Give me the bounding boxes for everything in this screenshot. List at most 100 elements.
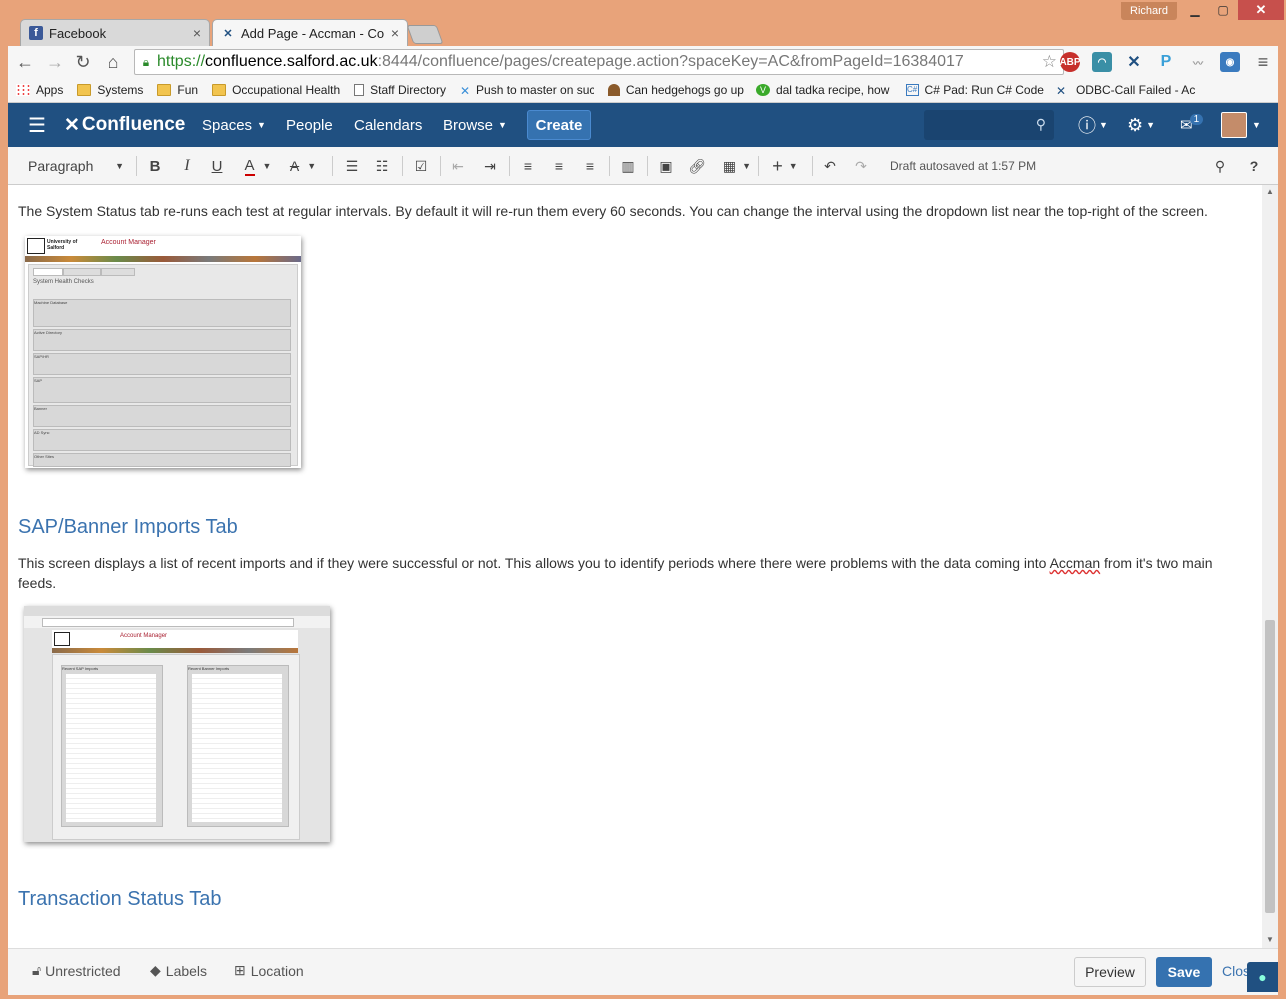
table-title: Recent SAP Imports [62,666,99,671]
sap-banner-imports-screenshot[interactable]: Account Manager Recent SAP Imports Recen… [24,606,330,842]
align-right-icon[interactable]: ≡ [580,155,600,177]
tab-add-page[interactable]: ✕ Add Page - Accman - Con × [212,19,408,46]
extension-feed-icon[interactable]: ◉ [1220,52,1240,72]
insert-link-icon[interactable]: 🔗︎ [687,155,707,177]
help-icon[interactable]: ⓘ ▼ [1078,103,1108,147]
tab-facebook[interactable]: f Facebook × [20,19,210,46]
undo-icon[interactable]: ↶ [820,155,840,177]
save-button[interactable]: Save [1156,957,1212,987]
extension-graph-icon[interactable]: 〰 [1188,52,1208,72]
profile-badge[interactable]: Richard [1121,2,1177,20]
window-close-icon[interactable]: ✕ [1238,0,1284,20]
confluence-logo[interactable]: ✕ Confluence [64,103,185,147]
bookmark-odbc[interactable]: ✕ ODBC-Call Failed - Ac [1056,83,1198,97]
text-segment: This screen displays a list of recent im… [18,555,1050,571]
menu-hamburger-icon[interactable]: ☰ [28,103,46,147]
close-tab-icon[interactable]: × [391,25,399,41]
insert-table-button[interactable]: ▦ ▼ [720,155,754,177]
close-link[interactable]: Close [1222,963,1248,979]
paragraph-format-dropdown[interactable]: Paragraph ▼ [28,155,124,177]
paragraph-label: Paragraph [28,158,94,174]
adblock-icon[interactable]: ABP [1059,52,1081,72]
bookmark-occupational-health[interactable]: Occupational Health [212,83,340,97]
back-icon[interactable]: ← [14,51,36,73]
divider [332,156,333,176]
divider [509,156,510,176]
bookmark-label: Push to master on suc [476,83,594,97]
scroll-up-icon[interactable]: ▲ [1266,187,1274,196]
restrictions-button[interactable]: 🔓︎ Unrestricted [32,962,121,979]
minimize-icon[interactable]: ▁ [1180,0,1210,20]
editor-content[interactable]: The System Status tab re-runs each test … [8,185,1262,948]
pushbullet-icon[interactable]: P [1156,52,1176,72]
url-host: confluence.salford.ac.uk [205,53,378,70]
maximize-icon[interactable]: ▢ [1208,0,1238,20]
chevron-down-icon: ▼ [788,161,798,171]
labels-button[interactable]: ◆ Labels [150,962,207,979]
search-input[interactable]: ⚲ [924,110,1054,140]
find-replace-icon[interactable]: ⚲ [1210,155,1230,177]
bookmark-csharp-pad[interactable]: C# C# Pad: Run C# Code [905,83,1044,97]
thumb-group: Machine Database [33,299,291,327]
bookmark-fun[interactable]: Fun [157,83,198,97]
nav-people[interactable]: People [286,103,333,147]
forward-icon[interactable]: → [44,51,66,73]
keyboard-help-icon[interactable]: ? [1244,155,1264,177]
insert-more-button[interactable]: + ▼ [768,155,802,177]
nav-calendars[interactable]: Calendars [354,103,422,147]
italic-button[interactable]: I [178,155,196,177]
location-button[interactable]: ⊞ Location [234,962,304,979]
chat-bubble-icon[interactable]: ● [1247,962,1278,992]
create-button[interactable]: Create [527,110,591,140]
scroll-down-icon[interactable]: ▼ [1266,935,1274,944]
reload-icon[interactable]: ↻ [72,51,94,73]
bookmark-push-to-master[interactable]: ✕ Push to master on suc [460,83,594,97]
bullet-list-icon[interactable]: ☰ [342,155,362,177]
settings-gear-icon[interactable]: ⚙ ▼ [1127,103,1155,147]
numbered-list-icon[interactable]: ☷ [372,155,392,177]
insert-image-icon[interactable]: ▣ [656,155,676,177]
facebook-icon: f [29,26,43,40]
location-label: Location [250,962,304,979]
page-layout-icon[interactable]: ▥ [618,155,638,177]
align-center-icon[interactable]: ≡ [549,155,569,177]
nav-browse[interactable]: Browse ▼ [443,103,507,147]
tab-strip: f Facebook × ✕ Add Page - Accman - Con ×… [0,0,1286,46]
outdent-icon[interactable]: ⇤ [448,155,468,177]
divider [136,156,137,176]
text-color-button[interactable]: A ▼ [238,155,278,177]
address-bar[interactable]: 🔒︎ https://confluence.salford.ac.uk:8444… [134,49,1064,75]
strikethrough-icon: A [289,158,300,174]
indent-icon[interactable]: ⇥ [480,155,500,177]
system-status-screenshot[interactable]: University of Salford Account Manager Sy… [25,236,301,468]
chevron-down-icon: ▼ [307,161,317,171]
extension-wave-icon[interactable]: ◠ [1092,52,1112,72]
more-formatting-button[interactable]: A ▼ [284,155,322,177]
scrollbar[interactable]: ▲ ▼ [1262,185,1278,948]
underline-button[interactable]: U [208,155,226,177]
nav-spaces[interactable]: Spaces ▼ [202,103,266,147]
search-icon: ⚲ [1035,116,1046,132]
jenkins-extension-icon[interactable]: ✕ [1124,52,1144,72]
bookmark-systems[interactable]: Systems [77,83,143,97]
editor-footer: 🔓︎ Unrestricted ◆ Labels ⊞ Location Preview… [8,948,1278,995]
notifications-icon[interactable]: ✉ 1 [1180,103,1204,147]
bookmark-dal-tadka[interactable]: V dal tadka recipe, how [755,83,894,97]
new-tab-button[interactable] [406,25,444,44]
close-tab-icon[interactable]: × [193,25,201,41]
thumb-title: Account Manager [120,633,168,639]
bookmark-staff-directory[interactable]: Staff Directory [354,83,446,97]
bold-button[interactable]: B [146,155,164,177]
home-icon[interactable]: ⌂ [102,51,124,73]
menu-icon[interactable]: ≡ [1252,51,1274,73]
align-left-icon[interactable]: ≡ [518,155,538,177]
user-avatar[interactable]: ▼ [1221,103,1261,147]
bookmark-apps[interactable]: Apps [16,83,63,97]
bookmark-star-icon[interactable]: ☆ [1042,52,1057,72]
scrollbar-thumb[interactable] [1265,620,1275,913]
preview-button[interactable]: Preview [1074,957,1146,987]
redo-icon[interactable]: ↷ [851,155,871,177]
bookmark-hedgehogs[interactable]: Can hedgehogs go up [607,83,744,97]
task-list-icon[interactable]: ☑ [411,155,431,177]
logo-text: Confluence [81,114,186,135]
